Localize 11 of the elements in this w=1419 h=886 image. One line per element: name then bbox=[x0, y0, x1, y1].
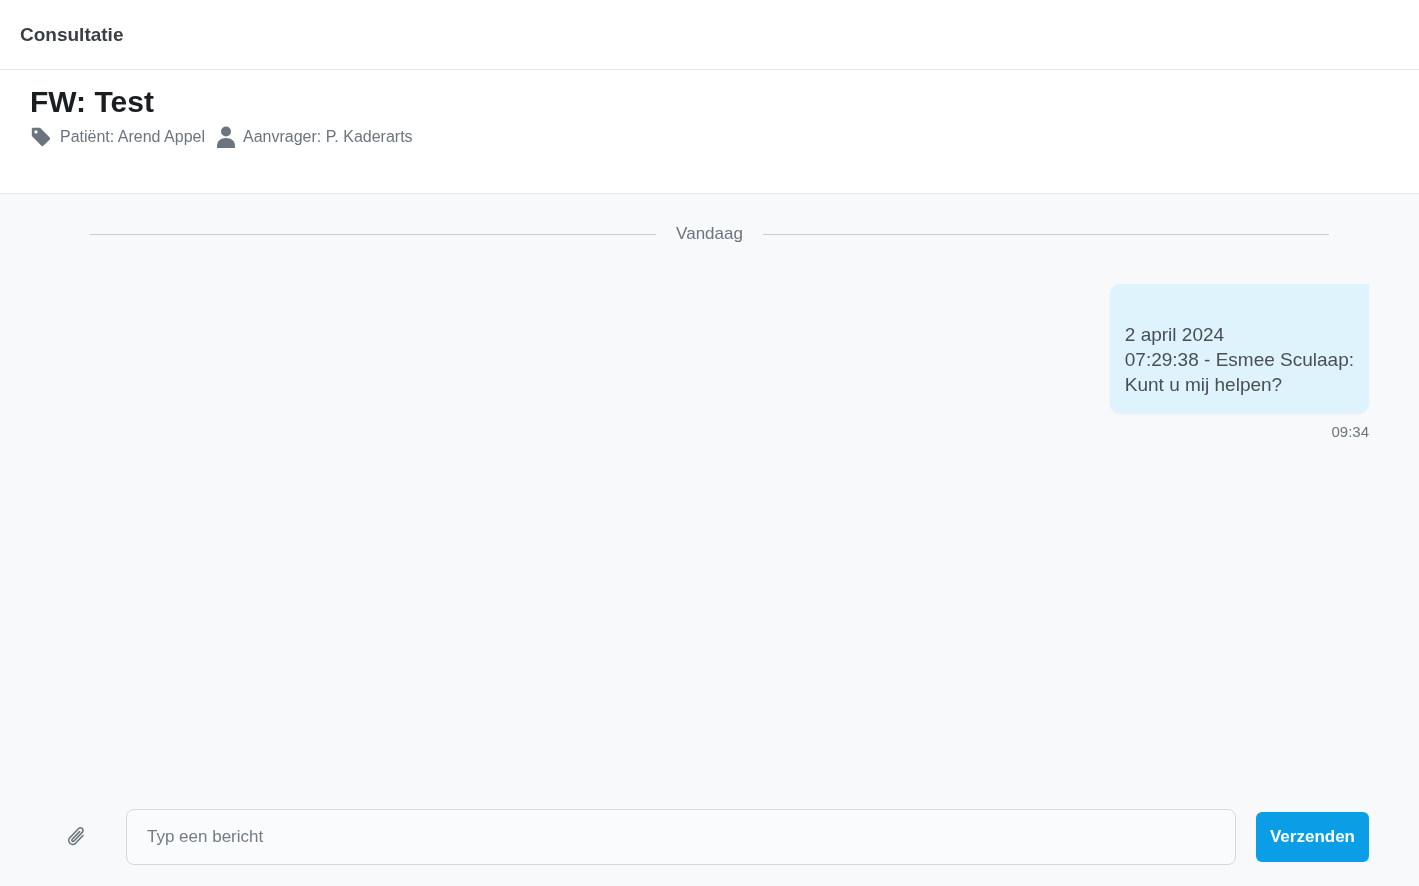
message-bubble: 2 april 2024 07:29:38 - Esmee Sculaap: Kunt u mij helpen? bbox=[1109, 284, 1369, 413]
meta-text: Patiënt: Arend Appel bbox=[60, 128, 205, 146]
meta-text: Aanvrager: P. Kaderarts bbox=[243, 128, 413, 146]
send-button[interactable]: Verzenden bbox=[1255, 812, 1369, 862]
message-input[interactable]: Typ een bericht bbox=[126, 809, 1236, 865]
message-time: 09:34 bbox=[1331, 423, 1369, 440]
person-icon bbox=[217, 126, 235, 148]
conversation-subject: FW: Test bbox=[30, 84, 155, 120]
page-title: Consultatie bbox=[20, 23, 124, 46]
tag-icon bbox=[30, 126, 52, 148]
day-separator: Vandaag bbox=[676, 224, 743, 244]
